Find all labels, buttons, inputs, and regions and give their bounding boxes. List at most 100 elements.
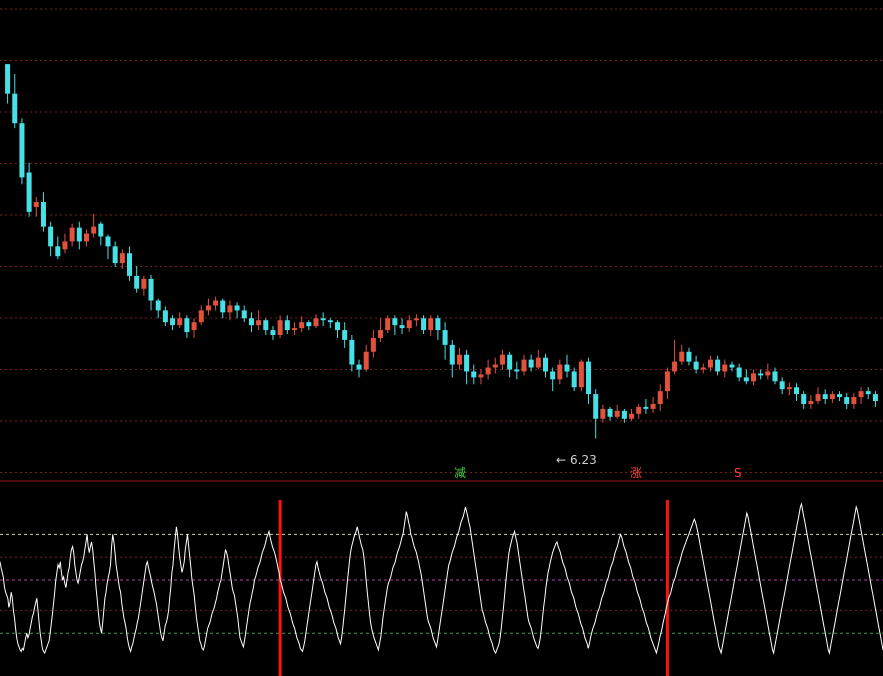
candle-body: [729, 364, 735, 368]
candle-body: [26, 172, 32, 212]
candle-body: [306, 322, 312, 327]
candle-body: [693, 361, 699, 370]
candle-body: [564, 364, 570, 372]
candle-body: [449, 344, 455, 365]
candle-body: [621, 410, 627, 419]
candle-body: [378, 330, 384, 338]
candle-body: [19, 123, 25, 178]
candle-body: [499, 354, 505, 365]
candle-body: [765, 371, 771, 376]
candle-body: [170, 318, 176, 326]
candle-body: [127, 253, 133, 276]
candle-body: [191, 322, 197, 331]
stock-chart: ← 6.23 减 涨 S: [0, 0, 883, 676]
candle-body: [550, 371, 556, 380]
candle-body: [471, 371, 477, 378]
candle-body: [657, 391, 663, 404]
candle-body: [119, 253, 125, 264]
candle-body: [327, 320, 333, 323]
candle-body: [557, 364, 563, 380]
candle-body: [593, 394, 599, 419]
candle-body: [478, 374, 484, 378]
candle-body: [342, 330, 348, 340]
candle-body: [69, 227, 75, 242]
candle-body: [715, 359, 721, 372]
candle-body: [528, 359, 534, 368]
candle-body: [872, 394, 878, 402]
candle-body: [370, 337, 376, 352]
candle-body: [205, 305, 211, 311]
candle-body: [435, 318, 441, 331]
candle-body: [413, 318, 419, 321]
candle-body: [722, 364, 728, 372]
candle-body: [643, 406, 649, 409]
candle-body: [234, 305, 240, 311]
candle-body: [83, 233, 89, 242]
candle-body: [750, 373, 756, 382]
candle-body: [686, 351, 692, 362]
candle-body: [614, 410, 620, 417]
candle-body: [571, 371, 577, 388]
candle-body: [822, 394, 828, 400]
candle-body: [263, 320, 269, 331]
candle-body: [700, 367, 706, 370]
candle-body: [844, 397, 850, 404]
candle-body: [736, 367, 742, 378]
candle-body: [220, 300, 226, 313]
candle-body: [155, 300, 161, 311]
candle-body: [578, 361, 584, 388]
candle-body: [851, 397, 857, 404]
candle-body: [629, 413, 635, 419]
candle-body: [241, 310, 247, 319]
s-marker: S: [734, 466, 742, 480]
chart-background: [0, 0, 883, 676]
candle-body: [865, 391, 871, 395]
candle-body: [148, 278, 154, 301]
candle-body: [33, 202, 39, 207]
candle-body: [801, 394, 807, 404]
candle-body: [829, 394, 835, 400]
candle-body: [707, 359, 713, 368]
candle-body: [55, 246, 61, 257]
low-arrow-icon: ←: [556, 453, 566, 467]
candle-body: [672, 361, 678, 372]
candle-body: [363, 351, 369, 370]
candle-body: [299, 322, 305, 329]
candle-body: [105, 236, 111, 247]
candle-body: [507, 354, 513, 370]
candle-body: [91, 226, 97, 234]
low-price-label: 6.23: [570, 453, 597, 467]
candle-body: [492, 364, 498, 368]
candle-body: [227, 305, 233, 313]
candle-body: [162, 310, 168, 323]
candle-body: [184, 318, 190, 333]
candle-body: [679, 351, 685, 362]
candle-body: [521, 359, 527, 372]
candle-body: [514, 369, 520, 372]
candle-body: [837, 394, 843, 398]
candle-body: [134, 275, 140, 289]
candle-body: [428, 318, 434, 331]
candle-body: [586, 361, 592, 395]
candle-body: [40, 202, 46, 227]
candle-body: [48, 226, 54, 247]
candle-body: [177, 318, 183, 326]
candle-body: [291, 328, 297, 331]
candle-body: [356, 364, 362, 370]
candle-body: [256, 320, 262, 326]
candle-body: [385, 318, 391, 331]
candle-body: [808, 401, 814, 404]
candle-body: [442, 330, 448, 345]
candle-body: [248, 318, 254, 326]
low-annotation: ← 6.23: [556, 453, 597, 467]
candle-body: [112, 246, 118, 264]
candle-body: [421, 318, 427, 331]
candle-body: [277, 320, 283, 336]
candle-body: [198, 310, 204, 323]
candle-body: [650, 403, 656, 409]
candle-body: [743, 377, 749, 382]
candle-body: [535, 357, 541, 368]
candle-body: [607, 408, 613, 417]
candle-body: [12, 93, 18, 124]
up-marker: 涨: [630, 465, 642, 480]
